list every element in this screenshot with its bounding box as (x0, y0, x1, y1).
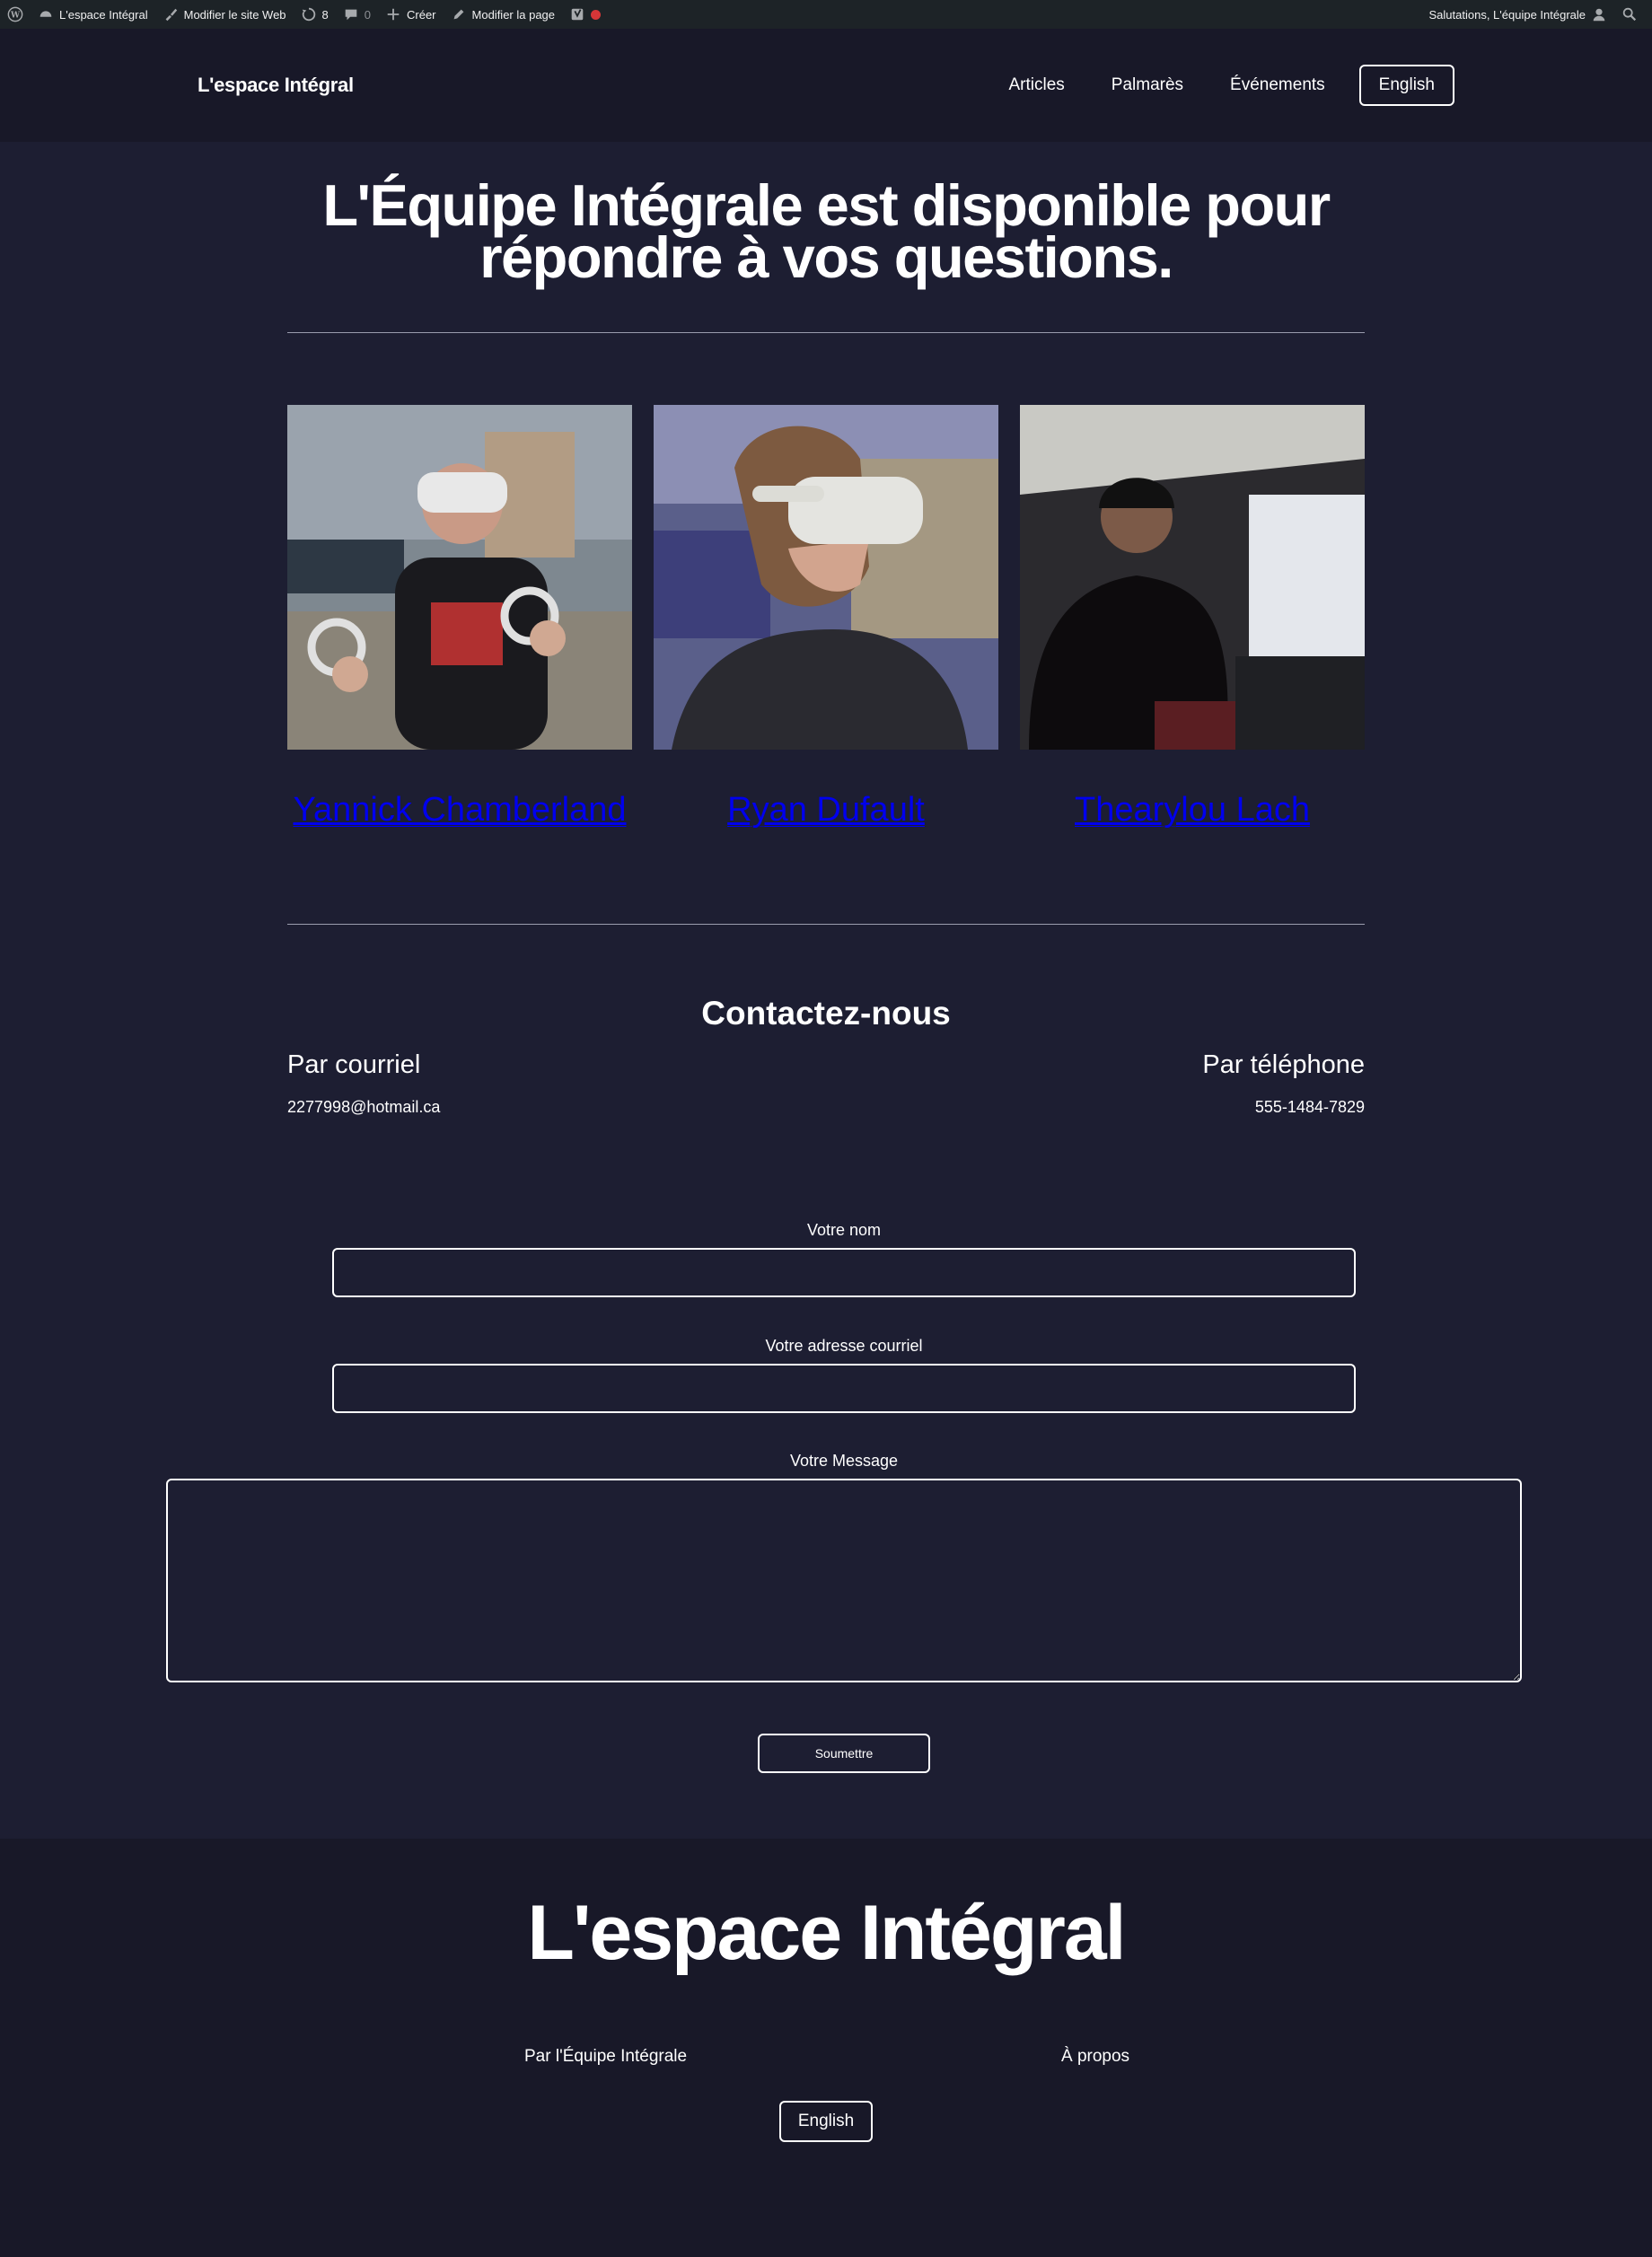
nav-palmares[interactable]: Palmarès (1112, 75, 1183, 95)
phone-heading: Par téléphone (1202, 1050, 1365, 1079)
phone-number[interactable]: 555-1484-7829 (1202, 1098, 1365, 1117)
member-photo (287, 405, 632, 750)
divider (287, 332, 1365, 333)
yoast-icon (571, 8, 584, 21)
name-label: Votre nom (806, 1221, 882, 1239)
divider (287, 924, 1365, 925)
member-name-link[interactable]: Yannick Chamberland (287, 791, 632, 830)
update-icon (302, 7, 315, 22)
email-heading: Par courriel (287, 1050, 421, 1079)
wordpress-logo-icon[interactable]: W (0, 0, 31, 29)
submit-button[interactable]: Soumettre (758, 1734, 930, 1773)
nav-articles[interactable]: Articles (1009, 75, 1065, 95)
admin-search[interactable] (1614, 0, 1645, 29)
admin-bar: W L'espace Intégral Modifier le site Web… (0, 0, 1652, 29)
email-address[interactable]: 2277998@hotmail.ca (287, 1098, 440, 1117)
email-input[interactable] (332, 1364, 1356, 1413)
admin-greeting: Salutations, L'équipe Intégrale (1428, 7, 1586, 22)
nav-evenements[interactable]: Événements (1230, 75, 1325, 95)
admin-create[interactable]: Créer (378, 0, 444, 29)
contact-phone-block: Par téléphone 555-1484-7829 (1202, 1050, 1365, 1117)
admin-comments-count: 0 (364, 7, 371, 22)
footer-brand: L'espace Intégral (527, 1890, 1126, 1976)
plus-icon (387, 8, 400, 21)
site-footer: L'espace Intégral Par l'Équipe Intégrale… (0, 1839, 1652, 2257)
footer-about-link[interactable]: À propos (1061, 2047, 1129, 2067)
pencil-icon (453, 9, 463, 20)
team-grid: Yannick Chamberland Ryan Dufault Thearyl… (287, 405, 1365, 830)
member-name-link[interactable]: Thearylou Lach (1020, 791, 1365, 830)
site-brand[interactable]: L'espace Intégral (198, 74, 354, 97)
footer-by-line-link[interactable]: Par l'Équipe Intégrale (524, 2047, 687, 2067)
admin-site-name[interactable]: L'espace Intégral (31, 0, 155, 29)
team-member: Thearylou Lach (1020, 405, 1365, 830)
admin-account[interactable]: Salutations, L'équipe Intégrale (1422, 0, 1615, 29)
name-input[interactable] (332, 1248, 1356, 1297)
admin-comments[interactable]: 0 (336, 0, 378, 29)
language-switch-button[interactable]: English (1358, 65, 1454, 106)
dashboard-icon (40, 11, 52, 17)
brush-icon (165, 8, 177, 22)
team-member: Yannick Chamberland (287, 405, 632, 830)
contact-title: Contactez-nous (701, 995, 951, 1032)
admin-site-name-label: L'espace Intégral (59, 7, 148, 22)
admin-updates-count: 8 (321, 7, 329, 22)
avatar-icon (1593, 8, 1605, 22)
admin-seo[interactable] (562, 0, 608, 29)
svg-text:W: W (10, 12, 21, 21)
seo-status-dot (591, 9, 602, 20)
message-textarea[interactable] (166, 1479, 1522, 1682)
message-label: Votre Message (789, 1452, 899, 1470)
admin-edit-page-label: Modifier la page (471, 7, 556, 22)
team-member: Ryan Dufault (654, 405, 998, 830)
member-photo (1020, 405, 1365, 750)
comment-icon (345, 9, 357, 21)
member-photo (654, 405, 998, 750)
contact-email-block: Par courriel 2277998@hotmail.ca (287, 1050, 440, 1117)
admin-edit-site[interactable]: Modifier le site Web (155, 0, 294, 29)
main-nav: Articles Palmarès Événements English (962, 65, 1454, 106)
email-label: Votre adresse courriel (765, 1337, 923, 1355)
site-header: L'espace Intégral Articles Palmarès Évén… (0, 29, 1652, 142)
member-name-link[interactable]: Ryan Dufault (654, 791, 998, 830)
admin-edit-page[interactable]: Modifier la page (444, 0, 563, 29)
admin-create-label: Créer (407, 7, 436, 22)
admin-updates[interactable]: 8 (294, 0, 336, 29)
search-icon (1622, 7, 1637, 22)
admin-edit-site-label: Modifier le site Web (183, 7, 286, 22)
page-title: L'Équipe Intégrale est disponible pour r… (322, 172, 1331, 290)
footer-language-button[interactable]: English (779, 2101, 873, 2142)
